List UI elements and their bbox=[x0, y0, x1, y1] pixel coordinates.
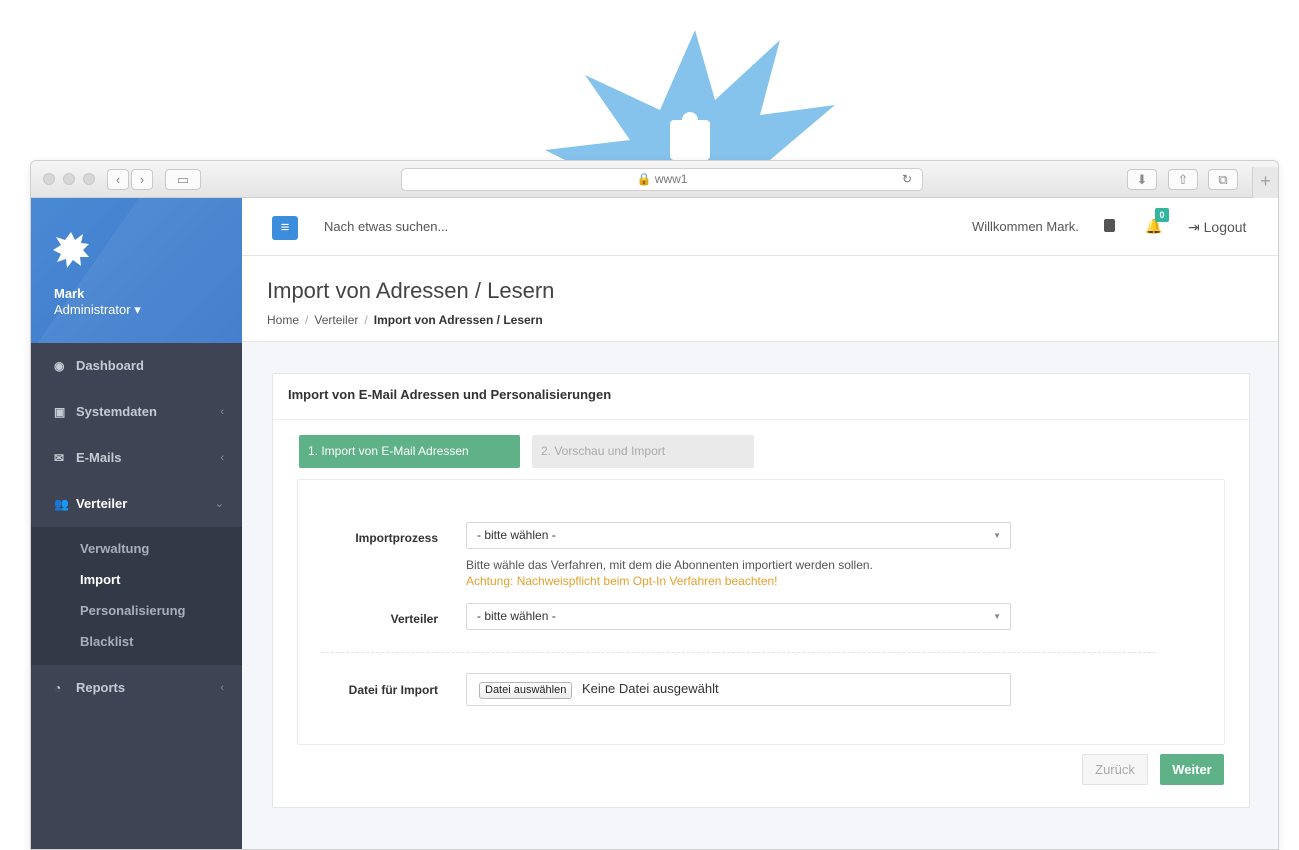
search-input[interactable]: Nach etwas suchen... bbox=[324, 219, 448, 234]
sidebar-item-systemdaten[interactable]: ▣ Systemdaten ‹ bbox=[31, 389, 242, 435]
sidebar-item-dashboard[interactable]: ◉ Dashboard bbox=[31, 343, 242, 389]
sidebar-subitem-blacklist[interactable]: Blacklist bbox=[31, 626, 242, 657]
url-text: www1 bbox=[654, 172, 688, 186]
logout-button[interactable]: ⇥ Logout bbox=[1188, 219, 1246, 236]
file-import-label: Datei für Import bbox=[348, 683, 438, 697]
dashboard-icon: ◉ bbox=[54, 359, 65, 373]
back-button[interactable]: Zurück bbox=[1082, 754, 1148, 785]
breadcrumb-verteiler[interactable]: Verteiler bbox=[314, 313, 358, 327]
lock-icon: 🔒 bbox=[636, 172, 652, 186]
import-card: Import von E-Mail Adressen und Personali… bbox=[272, 373, 1250, 808]
sidebar-item-label: Reports bbox=[76, 680, 126, 695]
systemdata-icon: ▣ bbox=[54, 405, 66, 419]
users-icon: 👥 bbox=[54, 497, 69, 511]
chevron-left-icon: ‹ bbox=[220, 452, 224, 464]
forward-arrow-icon[interactable]: › bbox=[131, 169, 153, 190]
import-form-panel: Importprozess - bitte wählen - ▼ Bitte w… bbox=[297, 479, 1225, 745]
browser-window: ‹ › ▭ 🔒 www1 ↻ ⬇ ⇧ ⧉ + Mark Administrato… bbox=[30, 160, 1279, 850]
pie-chart-icon: ◔ bbox=[54, 681, 62, 695]
sidebar-toggle-icon[interactable]: ▭ bbox=[165, 169, 201, 190]
step-2-tab[interactable]: 2. Vorschau und Import bbox=[532, 435, 754, 468]
verteiler-value: - bitte wählen - bbox=[477, 609, 556, 623]
importprozess-label: Importprozess bbox=[355, 531, 438, 545]
minimize-traffic-light[interactable] bbox=[63, 173, 75, 185]
breadcrumb-current: Import von Adressen / Lesern bbox=[373, 313, 543, 327]
file-input[interactable]: Datei auswählen Keine Datei ausgewählt bbox=[466, 673, 1011, 706]
welcome-text: Willkommen Mark. bbox=[972, 219, 1079, 234]
caret-down-icon: ▼ bbox=[993, 612, 1001, 621]
sidebar-item-reports[interactable]: ◔ Reports ‹ bbox=[31, 665, 242, 711]
close-traffic-light[interactable] bbox=[43, 173, 55, 185]
envelope-icon: ✉ bbox=[54, 451, 65, 465]
sidebar-subitem-verwaltung[interactable]: Verwaltung bbox=[31, 533, 242, 564]
sidebar-subitem-personalisierung[interactable]: Personalisierung bbox=[31, 595, 242, 626]
top-navbar: ≡ Nach etwas suchen... Willkommen Mark. … bbox=[242, 198, 1278, 256]
sidebar-item-emails[interactable]: ✉ E-Mails ‹ bbox=[31, 435, 242, 481]
new-tab-icon[interactable]: + bbox=[1252, 167, 1278, 198]
card-title: Import von E-Mail Adressen und Personali… bbox=[273, 374, 1249, 420]
share-icon[interactable]: ⇧ bbox=[1168, 169, 1198, 190]
address-bar[interactable]: 🔒 www1 ↻ bbox=[401, 168, 923, 191]
importprozess-help: Bitte wähle das Verfahren, mit dem die A… bbox=[466, 558, 873, 572]
page-header: Import von Adressen / Lesern Home / Vertei… bbox=[242, 256, 1278, 342]
form-divider bbox=[321, 652, 1156, 653]
sidebar-subitem-import[interactable]: Import bbox=[31, 564, 242, 595]
sidebar: Mark Administrator ▾ ◉ Dashboard ▣ Syste… bbox=[31, 198, 242, 849]
sidebar-item-label: Dashboard bbox=[76, 358, 144, 373]
chevron-left-icon: ‹ bbox=[220, 406, 224, 418]
importprozess-value: - bitte wählen - bbox=[477, 528, 556, 542]
choose-file-button[interactable]: Datei auswählen bbox=[479, 682, 573, 699]
address-book-icon[interactable] bbox=[1104, 219, 1115, 232]
browser-titlebar: ‹ › ▭ 🔒 www1 ↻ ⬇ ⇧ ⧉ + bbox=[31, 161, 1278, 198]
zoom-traffic-light[interactable] bbox=[83, 173, 95, 185]
hedgehog-logo-icon bbox=[51, 230, 91, 275]
sidebar-item-label: E-Mails bbox=[76, 450, 122, 465]
verteiler-label: Verteiler bbox=[390, 612, 438, 626]
verteiler-select[interactable]: - bitte wählen - ▼ bbox=[466, 603, 1011, 630]
profile-panel: Mark Administrator ▾ bbox=[31, 198, 242, 343]
file-status: Keine Datei ausgewählt bbox=[582, 681, 719, 696]
chevron-down-icon: ⌄ bbox=[214, 498, 224, 510]
sidebar-item-label: Verteiler bbox=[76, 496, 128, 511]
sidebar-nav: ◉ Dashboard ▣ Systemdaten ‹ ✉ E-Mails ‹ … bbox=[31, 343, 242, 711]
hamburger-menu-icon[interactable]: ≡ bbox=[272, 216, 298, 240]
importprozess-select[interactable]: - bitte wählen - ▼ bbox=[466, 522, 1011, 549]
chevron-left-icon: ‹ bbox=[220, 682, 224, 694]
user-role-dropdown[interactable]: Administrator ▾ bbox=[54, 302, 141, 318]
tabs-icon[interactable]: ⧉ bbox=[1208, 169, 1238, 190]
sidebar-item-label: Systemdaten bbox=[76, 404, 157, 419]
download-icon[interactable]: ⬇ bbox=[1127, 169, 1157, 190]
user-name: Mark bbox=[54, 286, 85, 301]
breadcrumb: Home / Verteiler / Import von Adressen / Les… bbox=[267, 313, 543, 327]
reload-icon[interactable]: ↻ bbox=[902, 169, 912, 190]
breadcrumb-home[interactable]: Home bbox=[267, 313, 299, 327]
logout-label: Logout bbox=[1203, 219, 1247, 235]
notification-badge: 0 bbox=[1155, 208, 1169, 222]
opt-in-warning: Achtung: Nachweispflicht beim Opt-In Ver… bbox=[466, 574, 778, 588]
back-arrow-icon[interactable]: ‹ bbox=[107, 169, 129, 190]
sign-out-icon: ⇥ bbox=[1188, 219, 1200, 235]
caret-down-icon: ▼ bbox=[993, 531, 1001, 540]
step-1-tab[interactable]: 1. Import von E-Mail Adressen bbox=[299, 435, 520, 468]
sidebar-subnav-verteiler: Verwaltung Import Personalisierung Black… bbox=[31, 527, 242, 665]
next-button[interactable]: Weiter bbox=[1160, 754, 1224, 785]
page-title: Import von Adressen / Lesern bbox=[267, 278, 555, 303]
sidebar-item-verteiler[interactable]: 👥 Verteiler ⌄ bbox=[31, 481, 242, 527]
